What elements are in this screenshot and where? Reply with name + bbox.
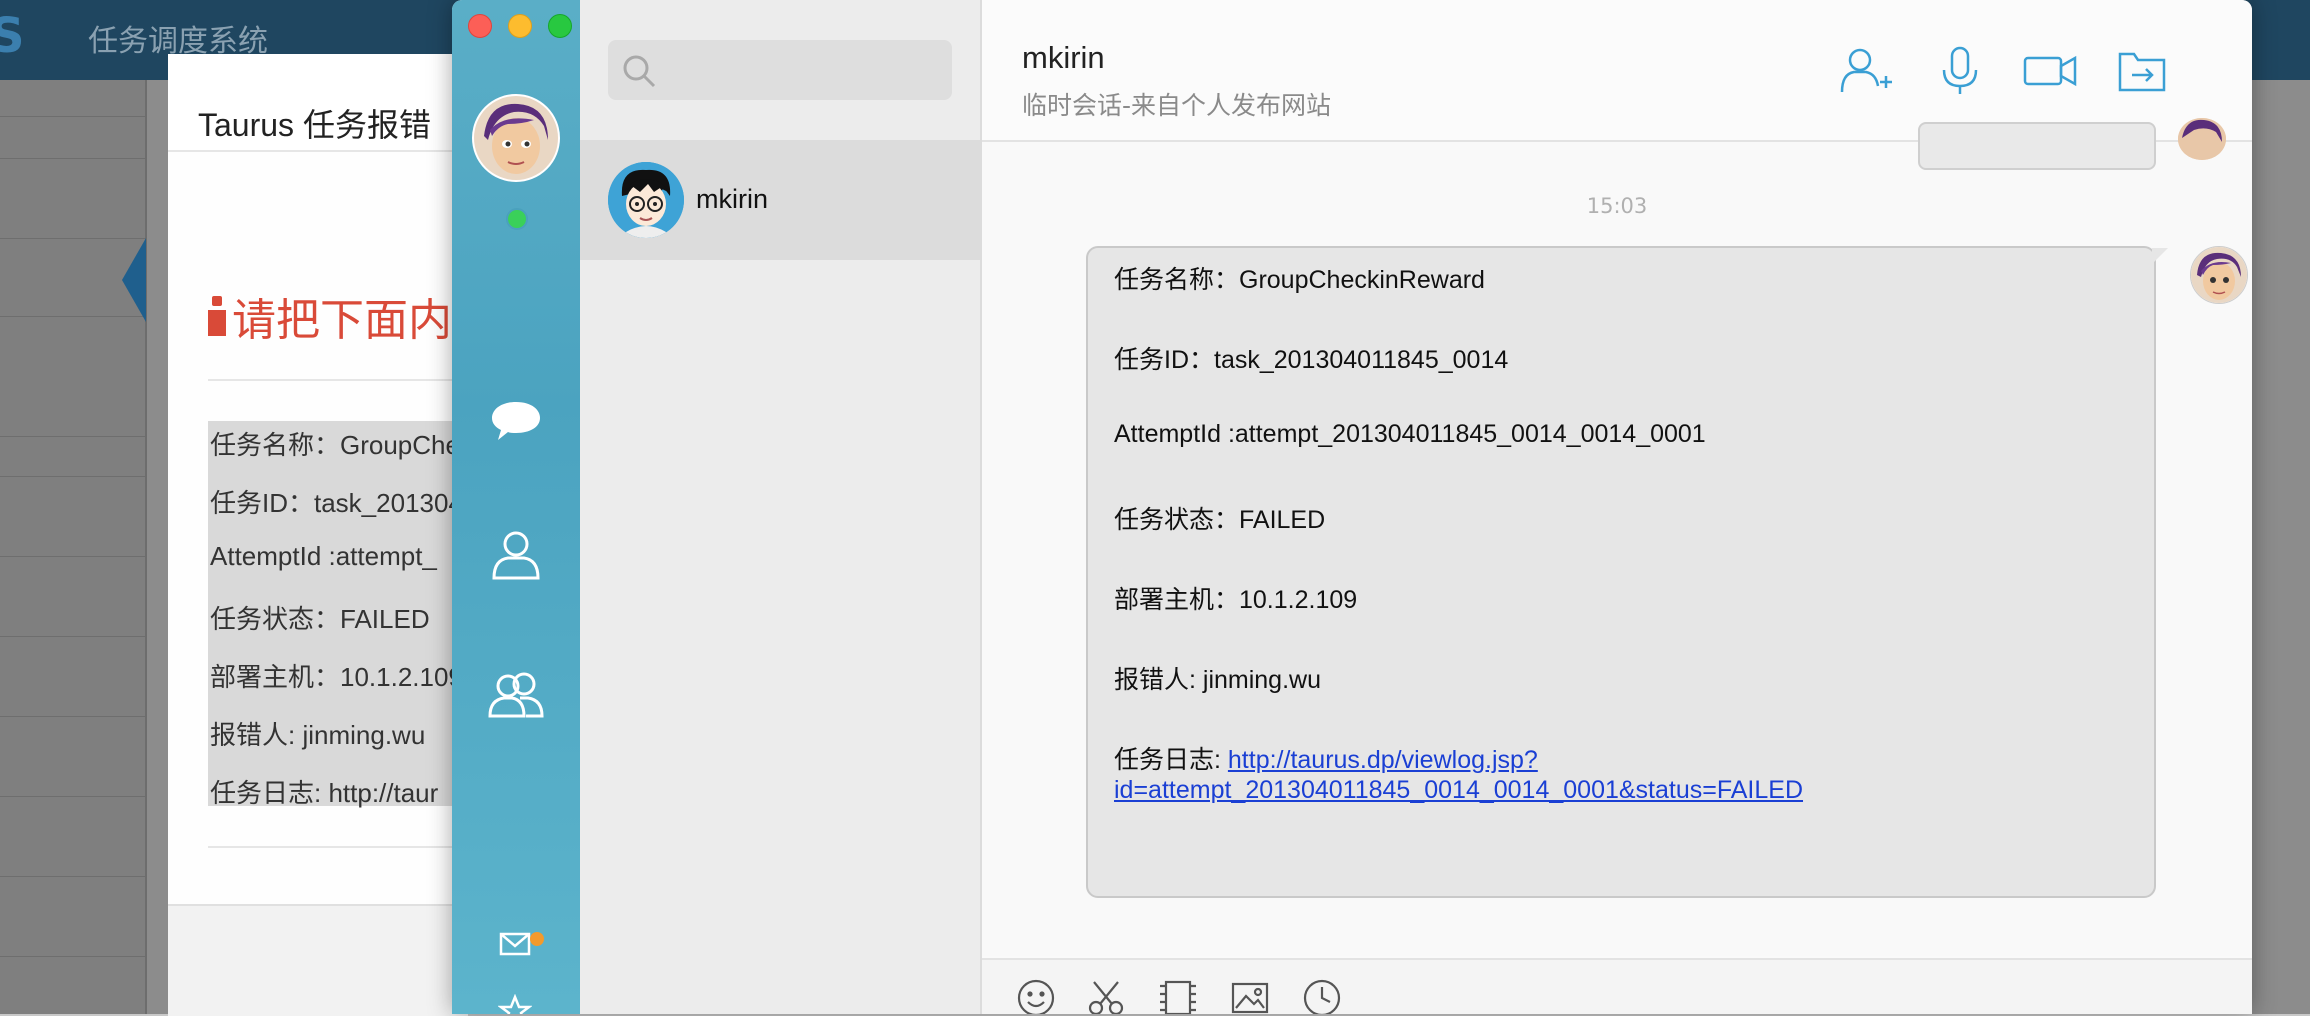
add-contact-icon[interactable] <box>1838 46 1894 96</box>
send-file-icon[interactable] <box>2114 46 2170 96</box>
contact-icon[interactable] <box>486 524 546 584</box>
modal-header: Taurus 任务报错 <box>168 54 468 152</box>
modal-error-details[interactable]: 任务名称：GroupChe 任务ID：task_201304 AttemptId… <box>208 421 468 808</box>
modal-title: Taurus 任务报错 <box>198 107 431 143</box>
chat-subtitle: 临时会话-来自个人发布网站 <box>1022 91 1332 120</box>
search-input[interactable] <box>668 48 942 94</box>
message-log-label: 任务日志: <box>1114 746 1228 774</box>
sender-avatar <box>2178 118 2226 160</box>
chat-window: mkirin mkirin 临时会话-来自个人发布网站 15:03 任务名称：G… <box>452 0 2252 1014</box>
previous-message-bubble[interactable] <box>1918 122 2156 170</box>
conversation-panel: mkirin <box>580 0 982 1014</box>
sidebar-divider <box>0 956 145 957</box>
message-task-id: 任务ID：task_201304011845_0014 <box>1114 346 1509 374</box>
modal-line-task-name: 任务名称：GroupChe <box>210 430 460 460</box>
sidebar-divider <box>0 636 145 637</box>
chat-input-toolbar <box>982 958 2252 1014</box>
notification-dot <box>530 932 544 946</box>
message-attempt-id: AttemptId :attempt_201304011845_0014_001… <box>1114 420 1706 448</box>
modal-line-reporter: 报错人: jinming.wu <box>210 720 426 750</box>
background-sidebar <box>0 80 147 1014</box>
modal-divider <box>208 379 468 381</box>
film-icon[interactable] <box>1158 978 1198 1014</box>
chat-header: mkirin 临时会话-来自个人发布网站 <box>982 0 2252 142</box>
modal-line-task-id: 任务ID：task_201304 <box>210 488 463 518</box>
group-icon[interactable] <box>486 664 546 724</box>
search-icon <box>622 54 656 88</box>
conversation-item[interactable]: mkirin <box>580 140 980 260</box>
online-status-dot <box>506 208 528 230</box>
video-call-icon[interactable] <box>2022 46 2078 96</box>
sidebar-divider <box>0 876 145 877</box>
info-icon <box>208 294 226 338</box>
sidebar-divider <box>0 716 145 717</box>
message-task-name: 任务名称：GroupCheckinReward <box>1114 266 1485 294</box>
modal-line-attempt-id: AttemptId :attempt_ <box>210 541 437 571</box>
log-link[interactable]: http://taurus.dp/viewlog.jsp? <box>1228 746 1538 774</box>
message-timestamp: 15:03 <box>1586 194 1648 218</box>
message-host: 部署主机：10.1.2.109 <box>1114 586 1358 614</box>
modal-line-status: 任务状态：FAILED <box>210 604 430 634</box>
mail-icon[interactable] <box>498 926 532 960</box>
window-close-button[interactable] <box>468 14 492 38</box>
window-minimize-button[interactable] <box>508 14 532 38</box>
chat-bubble-icon[interactable] <box>486 390 546 450</box>
window-maximize-button[interactable] <box>548 14 572 38</box>
star-icon[interactable] <box>497 993 533 1014</box>
sidebar-divider <box>0 116 145 117</box>
scissors-icon[interactable] <box>1086 978 1126 1014</box>
search-box[interactable] <box>608 40 952 100</box>
emoji-icon[interactable] <box>1016 978 1056 1014</box>
sidebar-divider <box>0 158 145 159</box>
message-log-line: 任务日志: http://taurus.dp/viewlog.jsp? <box>1114 740 1538 776</box>
log-link-continuation[interactable]: id=attempt_201304011845_0014_0014_0001&s… <box>1114 776 1803 804</box>
modal-line-host: 部署主机：10.1.2.109 <box>210 662 463 692</box>
sidebar-divider <box>0 556 145 557</box>
image-icon[interactable] <box>1230 978 1270 1014</box>
my-avatar[interactable] <box>472 94 560 182</box>
chat-message-area: 15:03 任务名称：GroupCheckinReward 任务ID：task_… <box>982 118 2252 956</box>
sidebar-divider <box>0 796 145 797</box>
chat-nav-bar <box>452 0 580 1014</box>
modal-line-log: 任务日志: http://taur <box>210 778 439 808</box>
modal-footer <box>168 904 468 1016</box>
message-status: 任务状态：FAILED <box>1114 506 1326 534</box>
history-clock-icon[interactable] <box>1302 978 1342 1014</box>
message-reporter: 报错人: jinming.wu <box>1114 666 1321 694</box>
message-log-line-2: id=attempt_201304011845_0014_0014_0001&s… <box>1114 776 1803 805</box>
modal-divider <box>208 846 468 848</box>
conversation-name: mkirin <box>696 184 768 214</box>
sidebar-divider <box>0 476 145 477</box>
contact-avatar <box>608 162 684 238</box>
sender-avatar <box>2190 246 2248 304</box>
background-logo: S <box>0 8 25 64</box>
sidebar-divider <box>0 436 145 437</box>
chat-contact-name: mkirin <box>1022 40 1105 75</box>
microphone-icon[interactable] <box>1932 46 1988 96</box>
error-report-modal: Taurus 任务报错 请把下面内容 任务名称：GroupChe 任务ID：ta… <box>168 54 496 1016</box>
message-bubble[interactable]: 任务名称：GroupCheckinReward 任务ID：task_201304… <box>1086 246 2168 898</box>
sidebar-active-arrow <box>122 238 146 322</box>
